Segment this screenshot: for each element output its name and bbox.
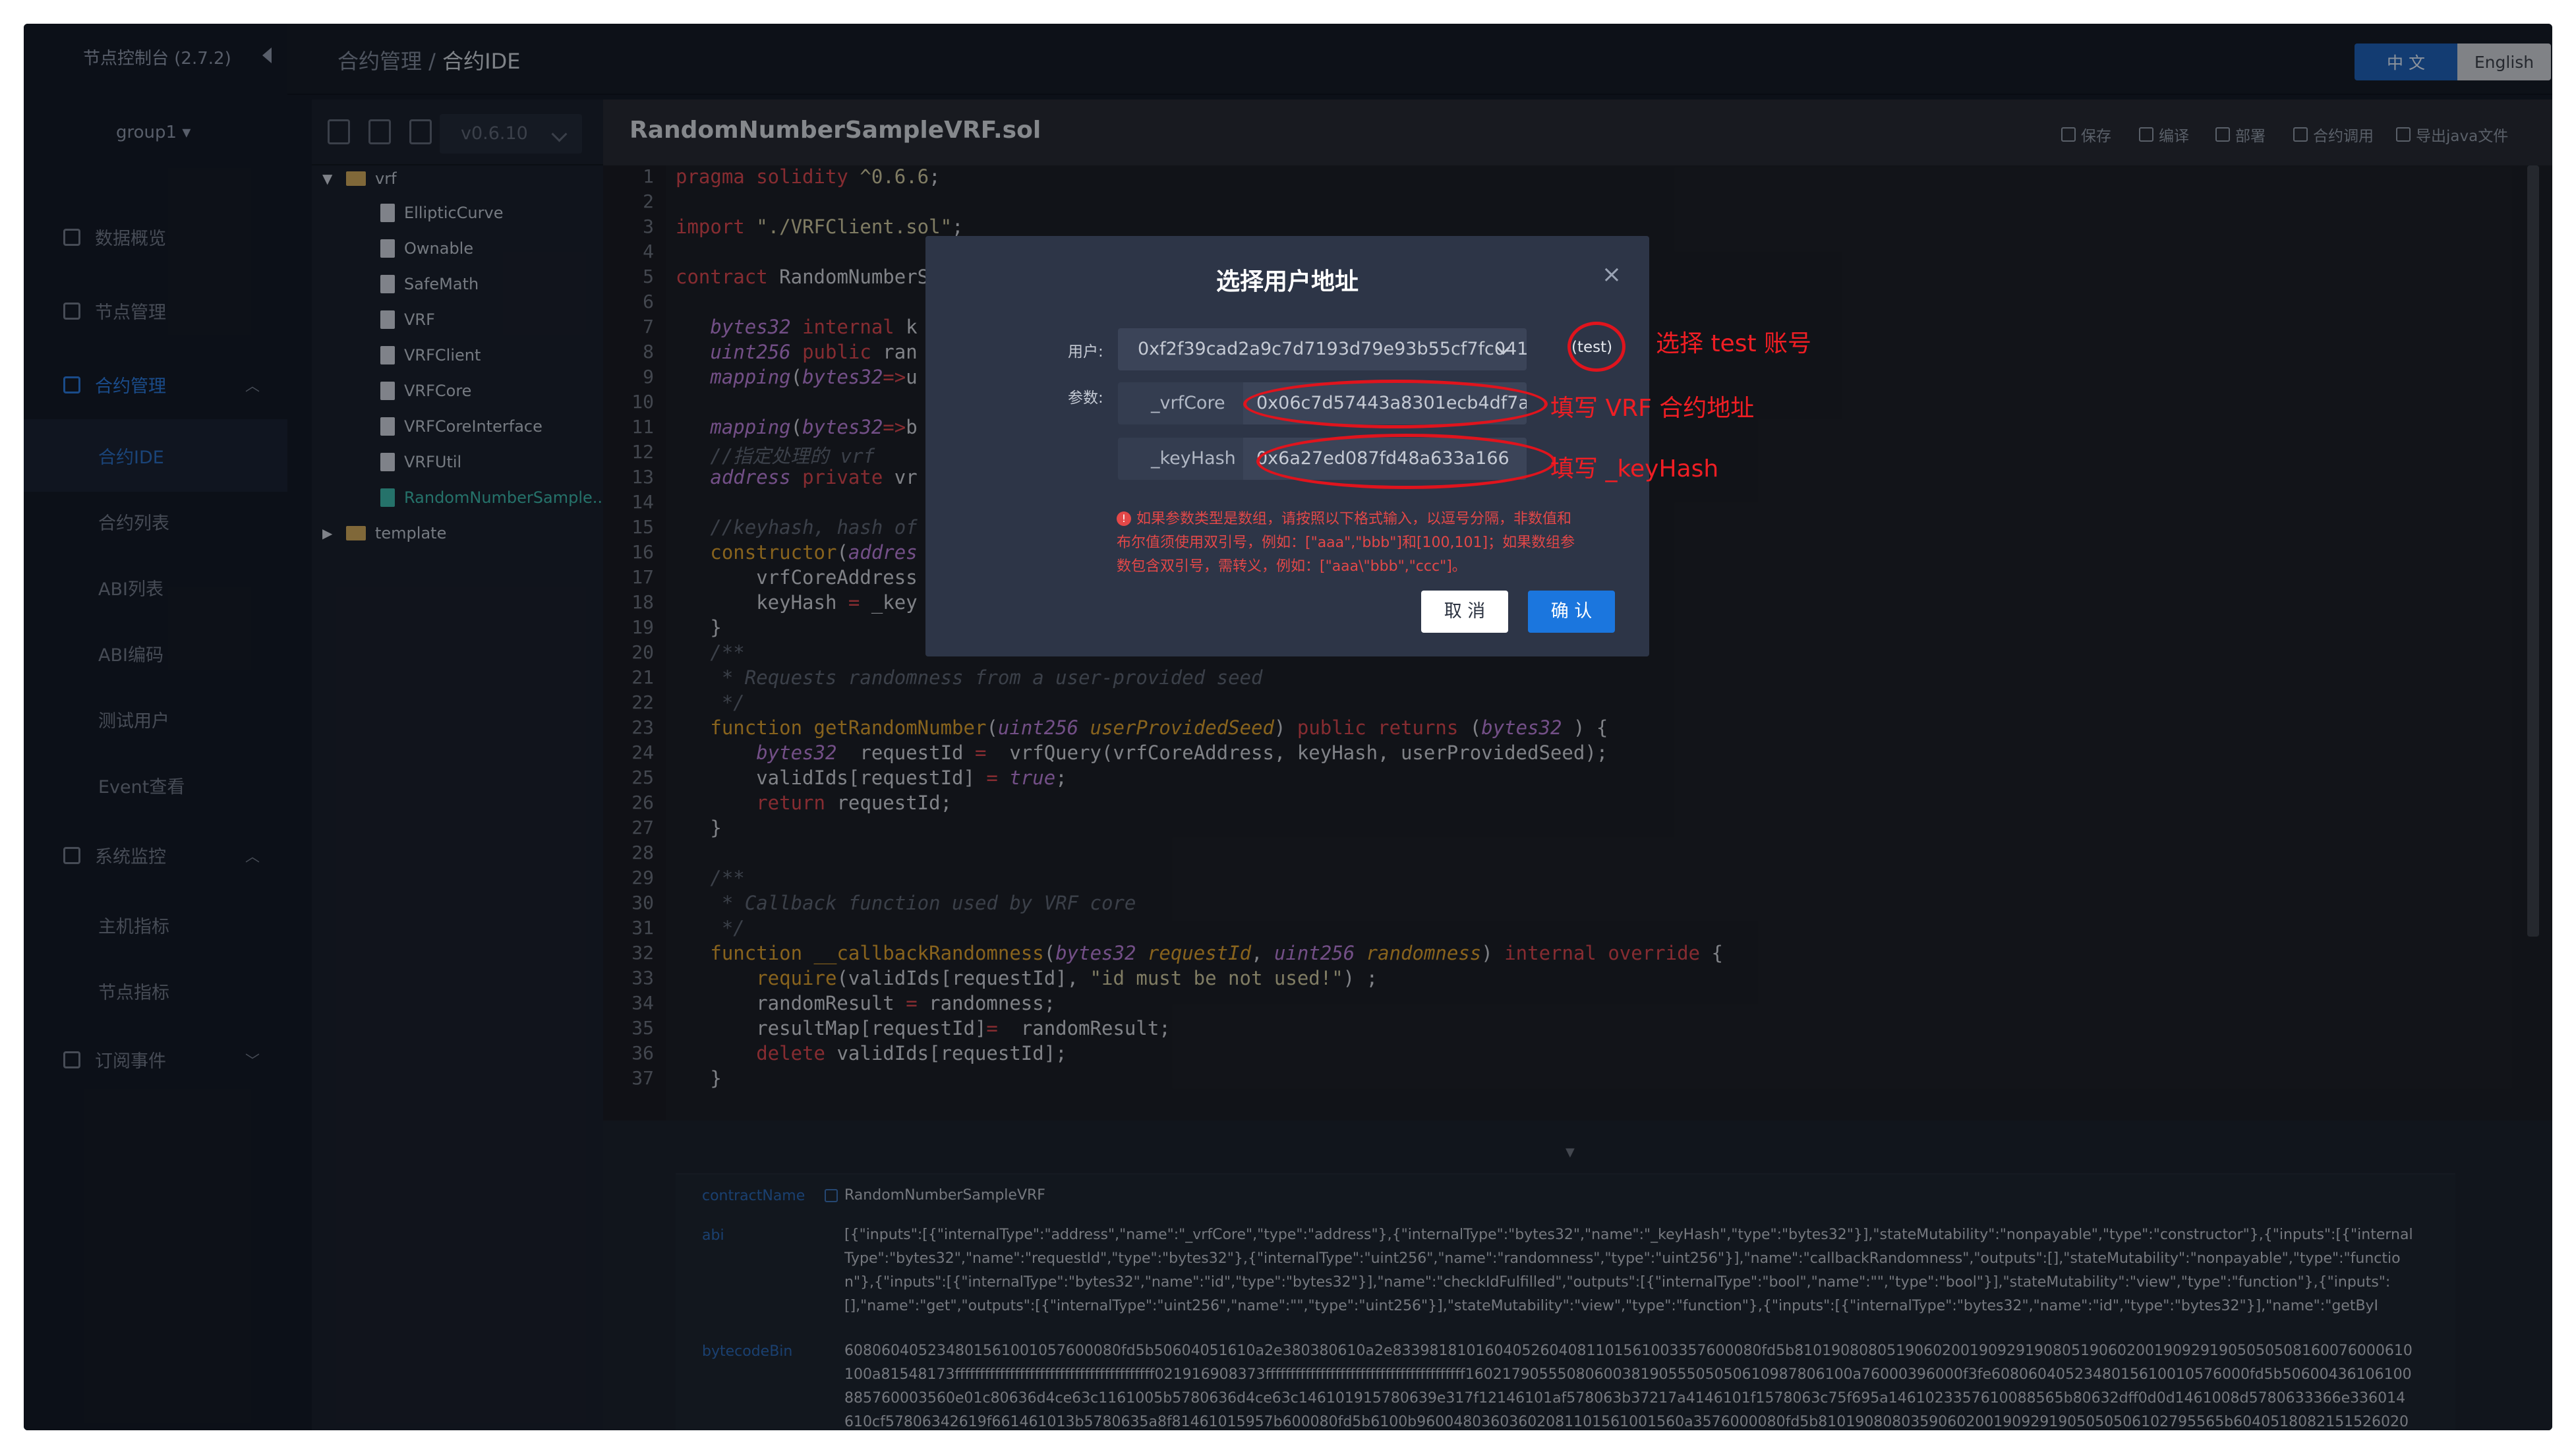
cancel-button[interactable]: 取 消	[1421, 591, 1508, 633]
user-label: 用户:	[1068, 343, 1103, 361]
dialog-title: 选择用户地址	[1215, 268, 1359, 295]
close-icon[interactable]: ×	[1602, 261, 1622, 288]
annotation-select-test: 选择 test 账号	[1656, 330, 1812, 357]
annotation-fill-vrf: 填写 VRF 合约地址	[1550, 395, 1755, 422]
app-window: 节点控制台 (2.7.2) group1 ▾ 数据概览 节点管理 合约管理 ︿ …	[24, 24, 2552, 1430]
params-label: 参数:	[1068, 390, 1103, 407]
annotation-ring-user-tag	[1567, 322, 1625, 372]
annotation-ring-keyhash	[1256, 434, 1556, 489]
annotation-fill-keyhash: 填写 _keyHash	[1550, 455, 1719, 482]
user-select[interactable]: 0xf2f39cad2a9c7d7193d79e93b55cf7fc041	[1118, 328, 1528, 370]
param-name-vrfcore: _vrfCore	[1118, 382, 1243, 424]
array-hint: 如果参数类型是数组，请按照以下格式输入，以逗号分隔，非数值和布尔值须使用双引号，…	[1117, 508, 1578, 579]
confirm-button[interactable]: 确 认	[1528, 591, 1615, 633]
hint-text: 如果参数类型是数组，请按照以下格式输入，以逗号分隔，非数值和布尔值须使用双引号，…	[1117, 511, 1575, 575]
param-name-keyhash: _keyHash	[1118, 438, 1243, 480]
modal-overlay[interactable]	[24, 24, 2552, 1430]
annotation-ring-vrfcore	[1243, 380, 1548, 428]
